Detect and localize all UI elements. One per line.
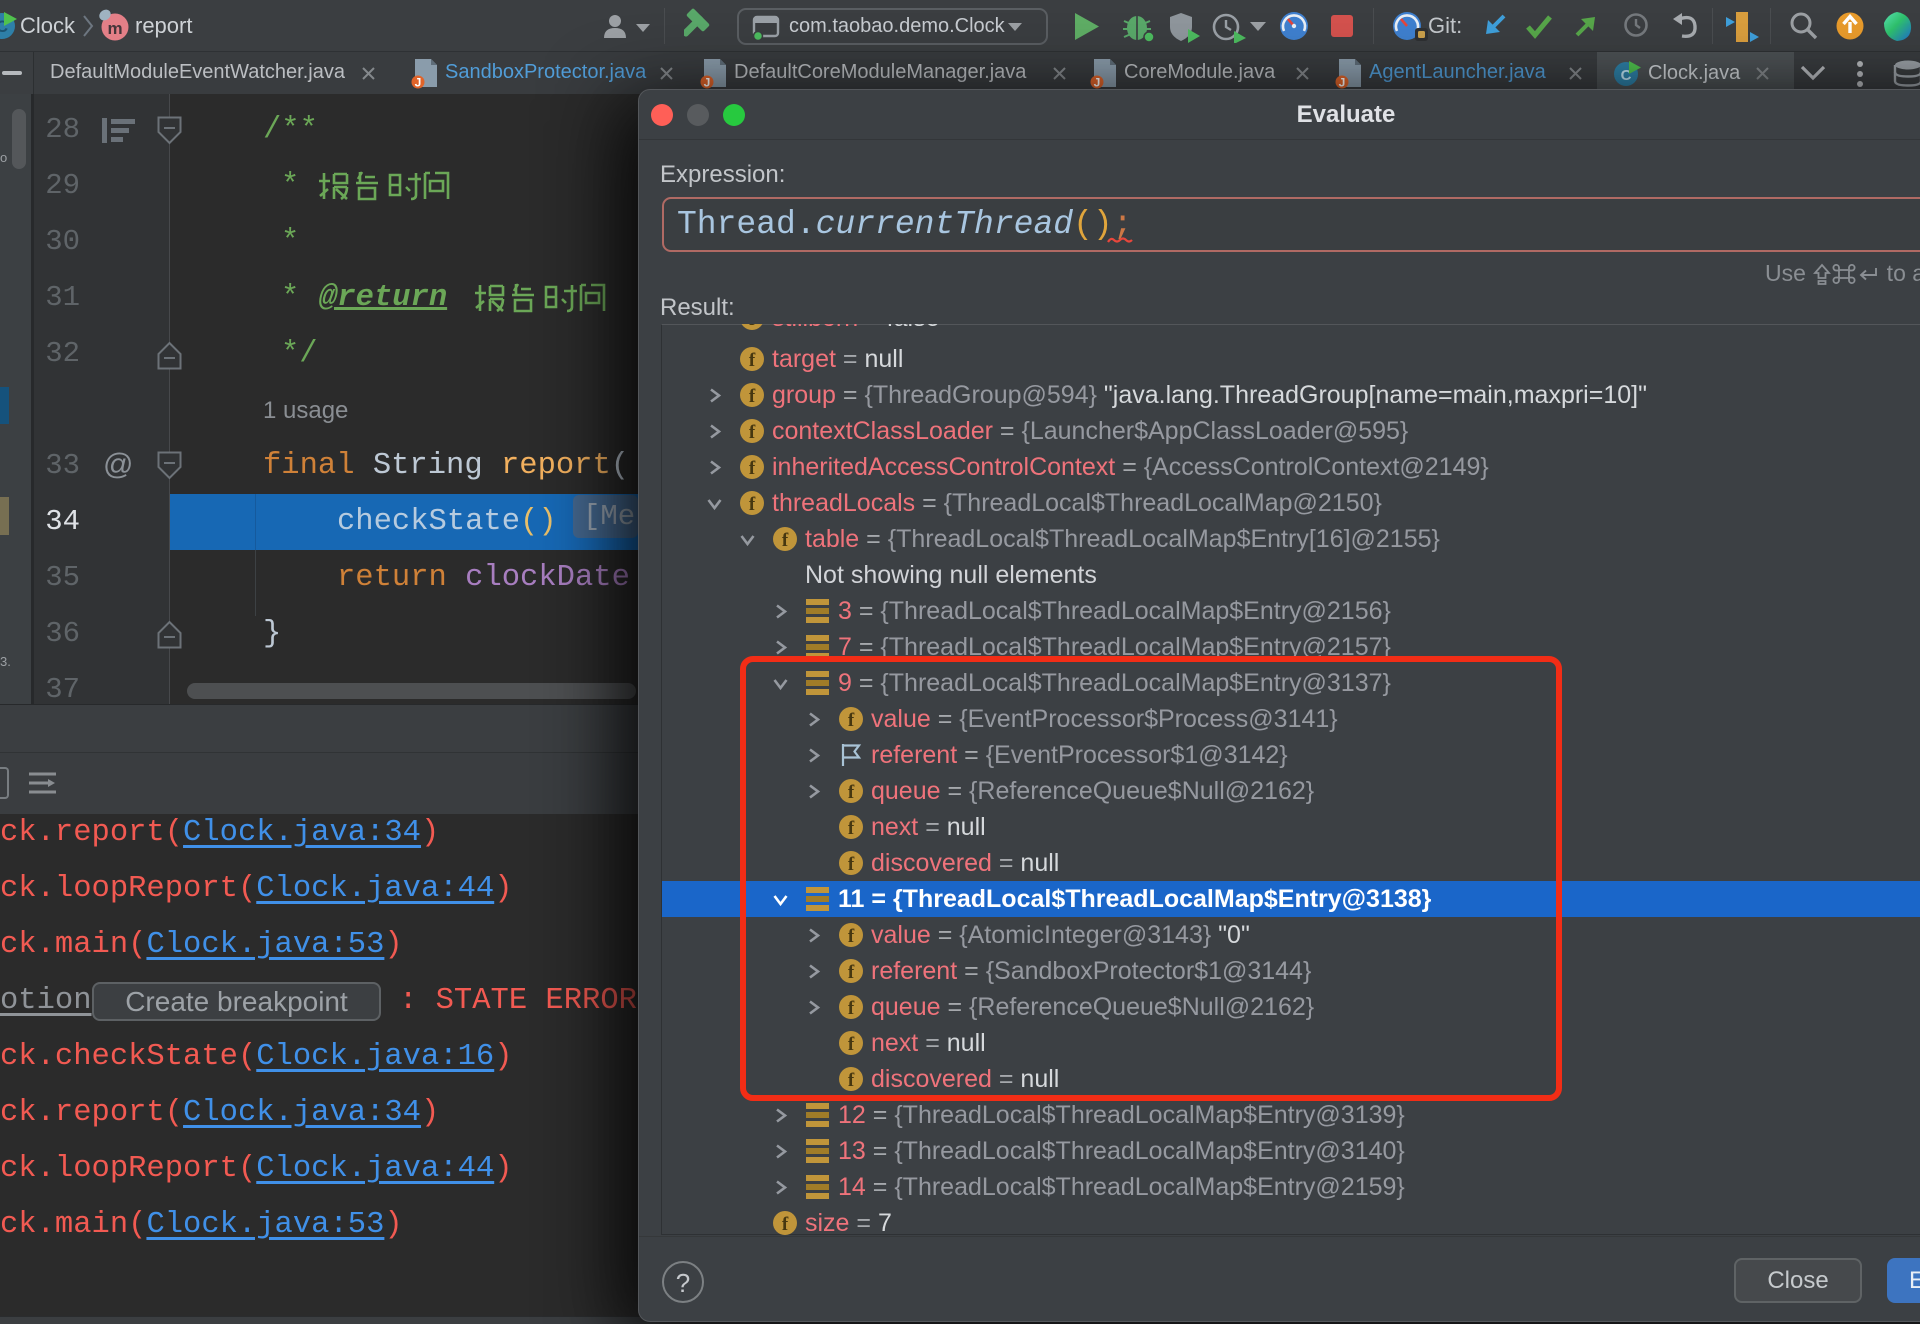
svg-text:f: f — [749, 386, 756, 407]
svg-text:f: f — [782, 1214, 789, 1235]
svg-text:f: f — [749, 422, 756, 443]
svg-text:f: f — [782, 530, 789, 551]
svg-text:f: f — [749, 324, 756, 330]
svg-text:f: f — [749, 458, 756, 479]
svg-text:f: f — [749, 494, 756, 515]
svg-text:f: f — [749, 350, 756, 371]
svg-text:m: m — [107, 19, 122, 38]
